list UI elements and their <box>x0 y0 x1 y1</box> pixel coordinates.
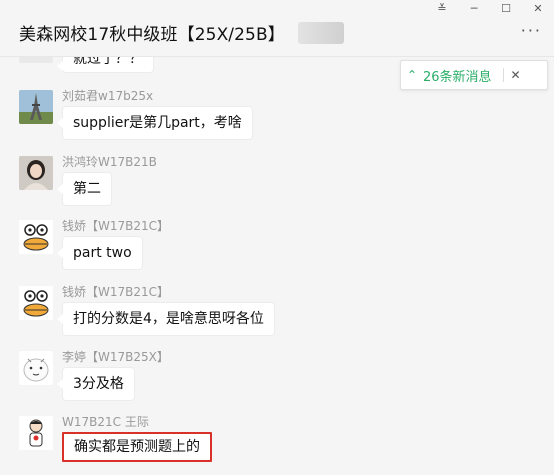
sender-name: 洪鸿玲W17B21B <box>62 155 157 169</box>
woman-photo-avatar[interactable] <box>19 156 53 190</box>
message-bubble: supplier是第几part，考啥 <box>57 106 253 140</box>
minimize-button[interactable]: ─ <box>458 0 490 16</box>
chat-title: 美森网校17秋中级班【25X/25B】 <box>19 25 285 45</box>
window-controls: ≚ ─ ☐ ✕ <box>426 0 554 16</box>
sender-name: 钱娇【W17B21C】 <box>62 285 170 299</box>
message-bubble: part two <box>57 236 143 270</box>
partial-avatar <box>19 57 53 63</box>
sender-name: 李婷【W17B25X】 <box>62 350 169 364</box>
cartoon-man-avatar[interactable] <box>19 416 53 450</box>
new-messages-count: 26条新消息 <box>423 69 492 85</box>
sender-name: 刘茹君w17b25x <box>62 89 154 103</box>
sender-name: W17B21C 王际 <box>62 415 149 429</box>
message-bubble: 第二 <box>57 172 112 206</box>
eiffel-tower-avatar[interactable] <box>19 90 53 124</box>
chat-messages[interactable]: 就过了？？ 刘茹君w17b25x supplier是第几part，考啥 洪鸿玲W… <box>0 57 554 475</box>
message-bubble: 就过了？？ <box>57 57 154 73</box>
message-bubble: 3分及格 <box>57 367 135 401</box>
chat-header: 美森网校17秋中级班【25X/25B】 ≚ ─ ☐ ✕ ··· <box>0 0 554 57</box>
close-button[interactable]: ✕ <box>522 0 554 16</box>
sender-name: 钱娇【W17B21C】 <box>62 219 170 233</box>
pin-icon[interactable]: ≚ <box>426 0 458 16</box>
highlighted-message-bubble: 确实都是预测题上的 <box>62 432 212 462</box>
cartoon-bun-avatar[interactable] <box>19 351 53 385</box>
message-bubble: 打的分数是4，是啥意思呀各位 <box>57 302 275 336</box>
obscured-title-area <box>298 22 344 44</box>
more-options-button[interactable]: ··· <box>521 23 542 39</box>
chevron-up-icon: ⌃ <box>406 68 418 82</box>
cartoon-duck-avatar[interactable] <box>19 286 53 320</box>
new-messages-notice[interactable]: ⌃ 26条新消息 ✕ <box>400 60 548 90</box>
cartoon-duck-avatar[interactable] <box>19 220 53 254</box>
maximize-button[interactable]: ☐ <box>490 0 522 16</box>
close-icon[interactable]: ✕ <box>504 68 528 82</box>
